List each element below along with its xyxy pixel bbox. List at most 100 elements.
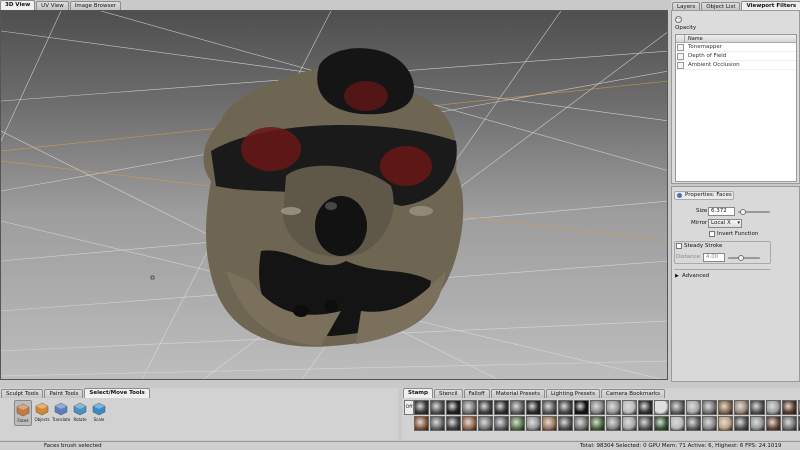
stamp-thumbnail[interactable] bbox=[510, 400, 525, 415]
tab-falloff[interactable]: Falloff bbox=[463, 389, 490, 398]
stamp-thumbnail[interactable] bbox=[622, 400, 637, 415]
tab-paint-tools[interactable]: Paint Tools bbox=[44, 389, 84, 398]
mirror-select[interactable]: Local X ▾ bbox=[708, 219, 742, 228]
stamp-thumbnail[interactable] bbox=[478, 416, 493, 431]
stamp-thumbnail[interactable] bbox=[638, 400, 653, 415]
translate-tool-button[interactable]: Translate bbox=[52, 400, 70, 426]
tool-label: Rotate bbox=[73, 417, 87, 422]
tab-3d-view[interactable]: 3D View bbox=[0, 0, 36, 10]
tool-label: Translate bbox=[52, 417, 71, 422]
stamp-thumbnail[interactable] bbox=[734, 416, 749, 431]
stamp-thumbnail[interactable] bbox=[558, 400, 573, 415]
expand-arrow-icon[interactable]: ▶ bbox=[675, 273, 679, 279]
advanced-section[interactable]: Advanced bbox=[682, 273, 709, 279]
options-icon[interactable]: ⋯ bbox=[675, 16, 682, 23]
stamp-thumbnail[interactable] bbox=[526, 416, 541, 431]
stamp-thumbnail[interactable] bbox=[654, 416, 669, 431]
filter-checkbox[interactable] bbox=[677, 52, 684, 60]
stamp-thumbnail[interactable] bbox=[542, 400, 557, 415]
stamp-thumbnail[interactable] bbox=[718, 416, 733, 431]
tool-label: Faces bbox=[17, 418, 29, 423]
3d-viewport[interactable] bbox=[0, 10, 668, 380]
collapse-icon[interactable] bbox=[677, 193, 682, 198]
objects-tool-button[interactable]: Objects bbox=[33, 400, 51, 426]
stamp-thumbnail[interactable] bbox=[558, 416, 573, 431]
filter-checkbox[interactable] bbox=[677, 43, 684, 51]
tab-stencil[interactable]: Stencil bbox=[433, 389, 463, 398]
rotate-tool-icon bbox=[73, 402, 87, 416]
stamp-thumbnail[interactable] bbox=[414, 416, 429, 431]
scale-tool-button[interactable]: Scale bbox=[90, 400, 108, 426]
stamp-thumbnail[interactable] bbox=[638, 416, 653, 431]
stamp-thumbnail[interactable] bbox=[510, 416, 525, 431]
stamp-thumbnail[interactable] bbox=[446, 400, 461, 415]
mirror-label: Mirror bbox=[691, 220, 708, 226]
stamp-thumbnail[interactable] bbox=[734, 400, 749, 415]
tab-camera-bookmarks[interactable]: Camera Bookmarks bbox=[600, 389, 666, 398]
tab-sculpt-tools[interactable]: Sculpt Tools bbox=[1, 389, 44, 398]
sculpt-model[interactable] bbox=[203, 48, 464, 347]
filter-name: Tonemapper bbox=[688, 44, 723, 50]
size-slider-handle[interactable] bbox=[740, 209, 746, 215]
distance-slider-handle[interactable] bbox=[738, 255, 744, 261]
stamp-thumbnail[interactable] bbox=[574, 416, 589, 431]
tab-image-browser[interactable]: Image Browser bbox=[69, 1, 122, 10]
tool-tray: Sculpt Tools Paint Tools Select/Move Tools… bbox=[0, 388, 398, 440]
stamp-thumbnail[interactable] bbox=[462, 400, 477, 415]
filter-row[interactable]: Ambient Occlusion bbox=[676, 61, 796, 70]
size-field[interactable]: 6.372 bbox=[708, 207, 735, 216]
stamp-thumbnail[interactable] bbox=[702, 416, 717, 431]
stamp-thumbnail[interactable] bbox=[782, 416, 797, 431]
stamp-thumbnail[interactable] bbox=[750, 400, 765, 415]
stamp-thumbnail[interactable] bbox=[766, 416, 781, 431]
stamp-thumbnail[interactable] bbox=[542, 416, 557, 431]
tool-label: Scale bbox=[93, 417, 105, 422]
cursor-marker bbox=[150, 275, 155, 280]
tab-material-presets[interactable]: Material Presets bbox=[490, 389, 545, 398]
stamp-thumbnail[interactable] bbox=[606, 416, 621, 431]
stamp-thumbnail[interactable] bbox=[478, 400, 493, 415]
stamp-thumbnail[interactable] bbox=[590, 416, 605, 431]
stamp-thumbnail[interactable] bbox=[494, 416, 509, 431]
distance-field[interactable]: 4.00 bbox=[703, 253, 725, 262]
stamp-thumbnail[interactable] bbox=[702, 400, 717, 415]
status-bar: Faces brush selected Total: 98304 Select… bbox=[0, 441, 800, 450]
stamp-thumbnail[interactable] bbox=[718, 400, 733, 415]
stamp-thumbnail[interactable] bbox=[782, 400, 797, 415]
stamp-thumbnail[interactable] bbox=[526, 400, 541, 415]
distance-slider-track[interactable] bbox=[728, 257, 760, 259]
stamp-thumbnail[interactable] bbox=[494, 400, 509, 415]
stamp-thumbnail[interactable] bbox=[430, 400, 445, 415]
filter-checkbox[interactable] bbox=[677, 61, 684, 69]
stamp-thumbnail[interactable] bbox=[686, 416, 701, 431]
tab-stamp[interactable]: Stamp bbox=[403, 388, 433, 398]
properties-title-bar[interactable]: Properties: Faces bbox=[674, 191, 734, 200]
stamp-thumbnail[interactable] bbox=[654, 400, 669, 415]
stamp-thumbnail[interactable] bbox=[414, 400, 429, 415]
stamp-thumbnail[interactable] bbox=[622, 416, 637, 431]
stamp-thumbnail[interactable] bbox=[750, 416, 765, 431]
viewport-scene bbox=[1, 11, 667, 379]
steady-stroke-checkbox[interactable] bbox=[676, 243, 682, 249]
tab-uv-view[interactable]: UV View bbox=[36, 1, 69, 10]
stamp-thumbnail[interactable] bbox=[686, 400, 701, 415]
stamp-thumbnail[interactable] bbox=[670, 416, 685, 431]
stamp-thumbnail[interactable] bbox=[606, 400, 621, 415]
tab-lighting-presets[interactable]: Lighting Presets bbox=[545, 389, 600, 398]
tab-select-move-tools[interactable]: Select/Move Tools bbox=[84, 388, 150, 398]
stamp-thumbnail[interactable] bbox=[430, 416, 445, 431]
stamp-thumbnail[interactable] bbox=[462, 416, 477, 431]
tool-tabbar: Sculpt Tools Paint Tools Select/Move Tools bbox=[1, 388, 151, 398]
invert-function-checkbox[interactable] bbox=[709, 231, 715, 237]
stamp-off-button[interactable]: Off bbox=[404, 400, 414, 415]
faces-tool-button[interactable]: Faces bbox=[14, 400, 32, 426]
filter-row[interactable]: Depth of Field bbox=[676, 52, 796, 61]
filter-row[interactable]: Tonemapper bbox=[676, 43, 796, 52]
stamp-thumbnail[interactable] bbox=[574, 400, 589, 415]
stamp-thumbnail[interactable] bbox=[670, 400, 685, 415]
stamp-thumbnail[interactable] bbox=[590, 400, 605, 415]
stamp-thumbnail[interactable] bbox=[766, 400, 781, 415]
stamp-thumbnail[interactable] bbox=[446, 416, 461, 431]
size-label: Size bbox=[696, 208, 708, 214]
rotate-tool-button[interactable]: Rotate bbox=[71, 400, 89, 426]
